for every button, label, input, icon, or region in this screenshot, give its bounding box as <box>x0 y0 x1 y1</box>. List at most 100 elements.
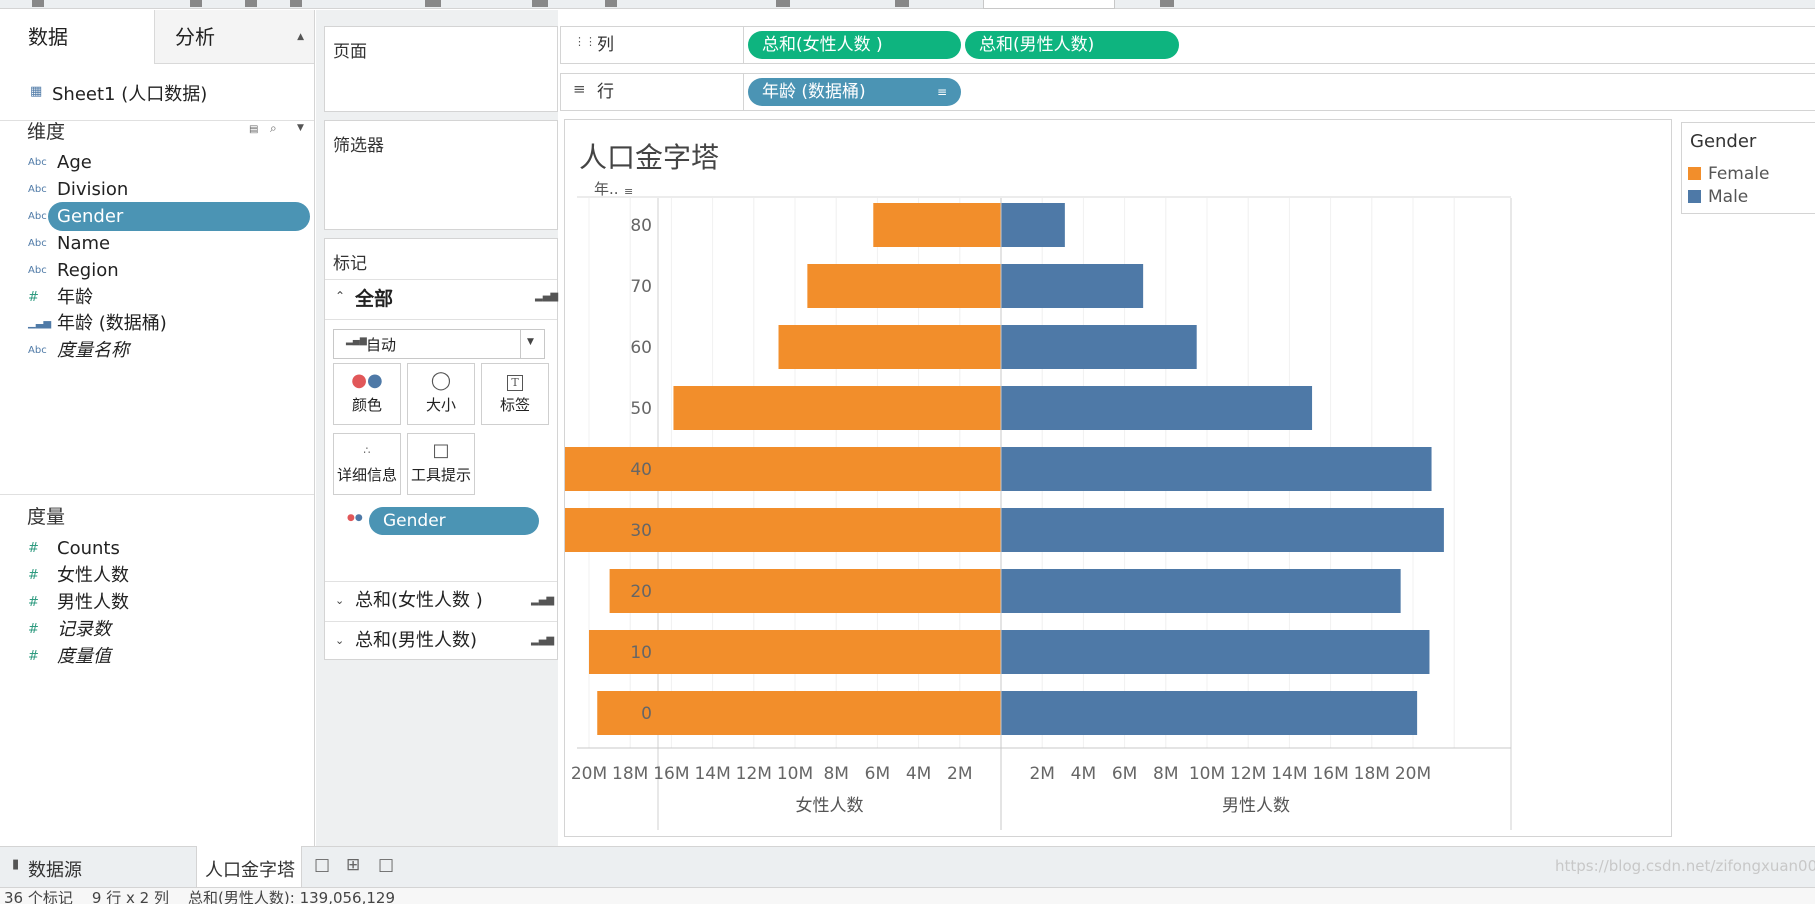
toolbar-button[interactable] <box>1160 0 1174 7</box>
female-bar <box>597 691 1001 735</box>
marks-card: 标记 ⌃ 全部 ▂▄▆ ▂▄▆ 自动 ▼ ●● 颜色 ◯ 大小 T 标签 ∴ 详… <box>324 238 558 660</box>
x-tick-label-left: 18M <box>612 764 648 784</box>
male-bar <box>1001 691 1418 735</box>
size-label: 大小 <box>425 396 456 414</box>
y-tick-label: 50 <box>630 399 652 419</box>
x-tick-label-left: 8M <box>823 764 848 784</box>
new-story-icon[interactable]: □ <box>378 855 394 875</box>
female-bar <box>873 203 1001 247</box>
x-tick-label-left: 14M <box>694 764 730 784</box>
columns-shelf[interactable]: ⋮⋮⋮ 列 总和(女性人数 ) 总和(男性人数) <box>560 26 1815 64</box>
y-tick-label: 10 <box>630 643 652 663</box>
status-bar: 36 个标记 9 行 x 2 列 总和(男性人数): 139,056,129 <box>0 887 1815 904</box>
toolbar-button[interactable] <box>605 0 617 7</box>
legend-title: Gender <box>1690 131 1757 152</box>
status-text: 36 个标记 9 行 x 2 列 总和(男性人数): 139,056,129 <box>4 889 395 904</box>
toolbar-button[interactable] <box>895 0 909 7</box>
rows-label: 行 <box>597 82 614 102</box>
filters-title: 筛选器 <box>333 136 384 156</box>
x-tick-label-right: 10M <box>1189 764 1225 784</box>
toolbar-button[interactable] <box>190 0 202 7</box>
dimension-label: 度量名称 <box>57 340 129 362</box>
dimension-field[interactable]: Abc 度量名称 <box>0 335 314 366</box>
bar-chart-icon: ▂▄▆ <box>531 595 555 606</box>
y-tick-label: 70 <box>630 277 652 297</box>
toolbar-button[interactable] <box>245 0 257 7</box>
label-button[interactable]: T 标签 <box>481 363 549 425</box>
columns-label: 列 <box>597 35 614 55</box>
color-button[interactable]: ●● 颜色 <box>333 363 401 425</box>
toolbar-button[interactable] <box>290 0 302 7</box>
view-size-dropdown[interactable] <box>983 0 1115 9</box>
rows-shelf[interactable]: ≡ 行 年龄 (数据桶) ≡ <box>560 73 1815 111</box>
gender-color-pill[interactable]: Gender <box>369 507 539 535</box>
marks-male-sum-label: 总和(男性人数) <box>355 630 478 651</box>
chevron-down-icon: ⌄ <box>335 594 345 607</box>
tab-analysis-label: 分析 <box>175 25 215 49</box>
toolbar-button[interactable] <box>532 0 548 7</box>
x-tick-label-right: 8M <box>1153 764 1178 784</box>
datasource-icon: ▮ <box>12 857 20 872</box>
chevron-down-icon[interactable]: ▼ <box>297 123 304 133</box>
toolbar <box>0 0 1815 9</box>
x-tick-label-left: 16M <box>653 764 689 784</box>
list-view-icon[interactable]: ▤ <box>249 124 258 135</box>
filters-card[interactable]: 筛选器 <box>324 120 558 230</box>
male-bar <box>1001 203 1065 247</box>
toolbar-button[interactable] <box>32 0 44 7</box>
measure-field[interactable]: # 度量值 <box>0 641 314 672</box>
detail-button[interactable]: ∴ 详细信息 <box>333 433 401 495</box>
search-icon[interactable]: ⌕ <box>270 121 277 136</box>
female-bar <box>807 264 1001 308</box>
datasource-tab[interactable]: ▮ 数据源 <box>0 847 196 887</box>
pyramid-chart: 年.. ≡ 80 70 60 50 40 30 20 10 0 2M 2M 4M 4M 6M 6M 8M 8M 10M… <box>565 180 1512 830</box>
marks-female-sum[interactable]: ⌄ 总和(女性人数 ) ▂▄▆ <box>325 581 557 620</box>
rows-pill-age-bin[interactable]: 年龄 (数据桶) ≡ <box>748 78 961 106</box>
columns-pill-male-sum[interactable]: 总和(男性人数) <box>965 31 1179 59</box>
sort-icon: ≡ <box>624 185 633 198</box>
toolbar-button[interactable] <box>425 0 441 7</box>
y-tick-label: 40 <box>630 460 652 480</box>
y-tick-label: 30 <box>630 521 652 541</box>
legend-label-female: Female <box>1708 164 1770 184</box>
chevron-down-icon: ⌄ <box>335 634 345 647</box>
legend-swatch-female <box>1688 167 1701 180</box>
size-button[interactable]: ◯ 大小 <box>407 363 475 425</box>
legend-label-male: Male <box>1708 187 1749 207</box>
legend-item-male[interactable]: Male <box>1686 187 1814 209</box>
label-label: 标签 <box>499 396 530 414</box>
y-tick-label: 80 <box>630 216 652 236</box>
toolbar-button[interactable] <box>776 0 790 7</box>
size-icon: ◯ <box>430 370 452 391</box>
female-bar <box>609 569 1001 613</box>
mark-type-dropdown[interactable]: ▂▄▆ 自动 ▼ <box>333 329 545 359</box>
legend-item-female[interactable]: Female <box>1686 164 1814 186</box>
row-header-label: 年.. <box>594 180 619 198</box>
datasource-tab-label: 数据源 <box>28 860 82 881</box>
columns-pill-female-sum[interactable]: 总和(女性人数 ) <box>748 31 961 59</box>
dimensions-header: 维度 <box>27 121 66 143</box>
tooltip-icon: □ <box>432 440 450 461</box>
legend-swatch-male <box>1688 190 1701 203</box>
male-bar <box>1001 325 1197 369</box>
tab-analysis[interactable]: 分析 ▲︎ <box>154 10 314 64</box>
sort-icon: ≡ <box>936 85 947 99</box>
measures-header: 度量 <box>27 506 66 528</box>
marks-all-label[interactable]: 全部 <box>355 284 393 311</box>
sheet-tab-active[interactable]: 人口金字塔 <box>196 846 302 887</box>
marks-male-sum[interactable]: ⌄ 总和(男性人数) ▂▄▆ <box>325 621 557 660</box>
tab-data[interactable]: 数据 <box>0 10 154 64</box>
female-bar <box>673 386 1001 430</box>
tooltip-button[interactable]: □ 工具提示 <box>407 433 475 495</box>
data-pane: 数据 分析 ▲︎ ▦ Sheet1 (人口数据) 维度 ▤ ⌕ ▼ Abc Age… <box>0 10 315 846</box>
chevron-up-icon[interactable]: ⌃ <box>335 289 345 303</box>
male-bar <box>1001 508 1444 552</box>
new-dashboard-icon[interactable]: ⊞ <box>346 855 360 875</box>
datasource-row[interactable]: ▦ Sheet1 (人口数据) <box>0 74 314 121</box>
text-icon: T <box>482 364 548 394</box>
pages-card[interactable]: 页面 <box>324 26 558 112</box>
male-bar <box>1001 264 1144 308</box>
x-tick-label-right: 14M <box>1271 764 1307 784</box>
new-worksheet-icon[interactable]: □ <box>314 855 330 875</box>
rows-icon: ≡ <box>573 80 586 98</box>
